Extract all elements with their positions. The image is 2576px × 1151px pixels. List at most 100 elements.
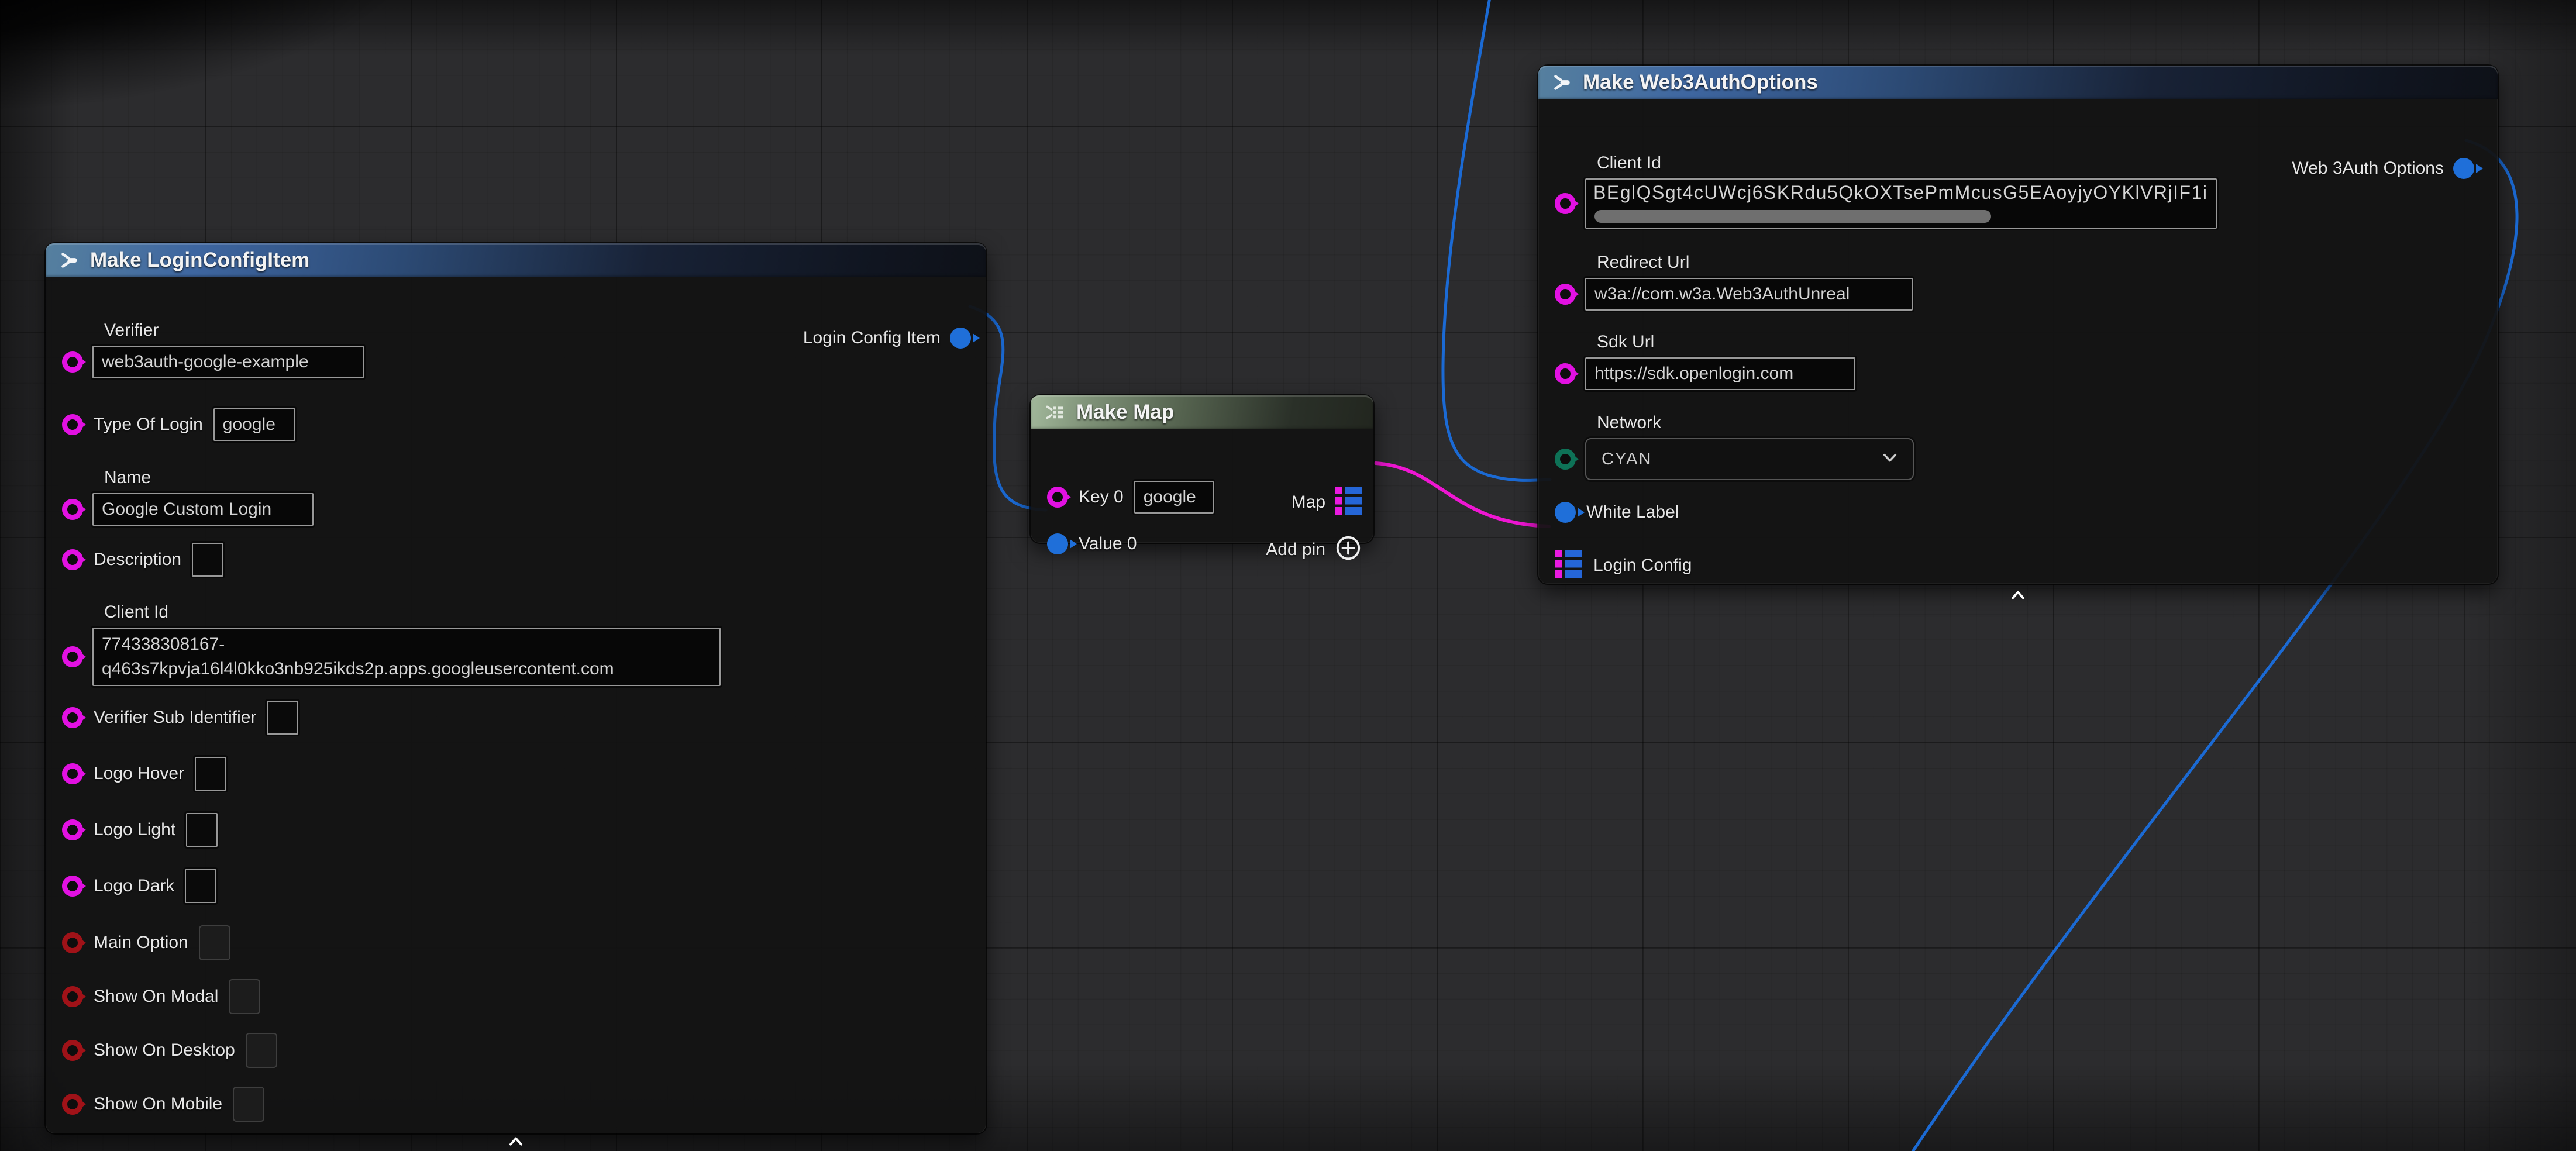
pin-key-0[interactable] — [1047, 487, 1068, 508]
row-show-on-modal: Show On Modal — [62, 979, 260, 1014]
make-struct-icon — [61, 252, 78, 268]
row-value-0: Value 0 — [1047, 533, 1137, 554]
pin-login-config-item-output[interactable] — [950, 328, 971, 349]
client-id-input[interactable]: 774338308167-q463s7kpvja16l4l0kko3nb925i… — [92, 628, 721, 686]
row-type-of-login: Type Of Login — [62, 408, 295, 441]
pin-show-on-mobile[interactable] — [62, 1094, 83, 1115]
row-logo-light: Logo Light — [62, 813, 218, 847]
collapse-node-button[interactable] — [2010, 590, 2026, 603]
pin-description[interactable] — [62, 549, 83, 570]
redirect-url-input[interactable] — [1585, 278, 1913, 311]
pin-verifier[interactable] — [62, 351, 83, 373]
pin-client-id[interactable] — [62, 646, 83, 667]
row-show-on-mobile: Show On Mobile — [62, 1087, 264, 1122]
pin-label: White Label — [1586, 502, 1679, 522]
row-redirect-url: Redirect Url — [1555, 253, 1913, 311]
pin-value-0[interactable] — [1047, 533, 1068, 554]
output-row-map: Map — [1292, 485, 1363, 519]
pin-label: Client Id — [1597, 153, 2217, 173]
verifier-input[interactable] — [92, 346, 364, 378]
pin-label: Main Option — [94, 933, 188, 953]
pin-web3auth-options-output[interactable] — [2453, 158, 2474, 179]
node-header-make-map[interactable]: Make Map — [1031, 395, 1373, 429]
description-input[interactable] — [192, 543, 223, 577]
row-verifier-sub-identifier: Verifier Sub Identifier — [62, 701, 298, 735]
make-struct-icon — [1554, 74, 1571, 91]
node-title: Make LoginConfigItem — [90, 249, 309, 272]
collapse-node-button[interactable] — [508, 1136, 524, 1149]
key-0-input[interactable] — [1134, 481, 1214, 514]
node-make-loginconfigitem: Make LoginConfigItem Login Config Item V… — [46, 243, 986, 1133]
client-id-input[interactable]: BEglQSgt4cUWcj6SKRdu5QkOXTsePmMcusG5EAoy… — [1585, 178, 2217, 229]
row-network: Network CYAN — [1555, 413, 1914, 480]
row-login-config: Login Config — [1555, 549, 1692, 582]
add-pin-label: Add pin — [1266, 540, 1325, 560]
pin-show-on-modal[interactable] — [62, 986, 83, 1007]
pin-label: Web 3Auth Options — [2292, 158, 2444, 178]
wire-map-to-loginconfig[interactable] — [1376, 463, 1549, 526]
output-row-login-config-item: Login Config Item — [803, 328, 971, 349]
blueprint-graph-canvas[interactable]: Make LoginConfigItem Login Config Item V… — [0, 0, 2576, 1151]
pin-label: Network — [1597, 413, 1914, 433]
pin-label: Verifier — [104, 321, 364, 340]
add-pin-row: Add pin — [1266, 535, 1362, 564]
node-make-web3authoptions: Make Web3AuthOptions Web 3Auth Options C… — [1538, 66, 2498, 584]
row-client-id: Client Id BEglQSgt4cUWcj6SKRdu5QkOXTsePm… — [1555, 153, 2217, 229]
sdk-url-input[interactable] — [1585, 357, 1855, 390]
verifier-sub-identifier-input[interactable] — [267, 701, 298, 735]
pin-label: Name — [104, 468, 314, 488]
logo-hover-input[interactable] — [195, 757, 226, 791]
node-title: Make Map — [1076, 401, 1174, 424]
node-title: Make Web3AuthOptions — [1583, 71, 1818, 94]
name-input[interactable] — [92, 493, 314, 526]
pin-label: Logo Dark — [94, 876, 174, 896]
client-id-horizontal-scrollbar[interactable] — [1594, 210, 1991, 223]
output-row-web3auth-options: Web 3Auth Options — [2292, 158, 2474, 179]
pin-sdk-url[interactable] — [1555, 363, 1576, 384]
logo-dark-input[interactable] — [185, 869, 216, 903]
pin-network[interactable] — [1555, 449, 1576, 470]
pin-client-id[interactable] — [1555, 193, 1576, 214]
pin-logo-hover[interactable] — [62, 763, 83, 784]
pin-redirect-url[interactable] — [1555, 284, 1576, 305]
pin-name[interactable] — [62, 499, 83, 520]
row-logo-hover: Logo Hover — [62, 757, 226, 791]
pin-label: Sdk Url — [1597, 332, 1855, 352]
row-verifier: Verifier — [62, 321, 364, 378]
chevron-down-icon — [1882, 453, 1897, 466]
pin-map-output[interactable] — [1335, 485, 1363, 519]
row-name: Name — [62, 468, 314, 526]
row-main-option: Main Option — [62, 925, 230, 960]
row-client-id: Client Id 774338308167-q463s7kpvja16l4l0… — [62, 602, 721, 686]
pin-show-on-desktop[interactable] — [62, 1040, 83, 1061]
pin-label: Type Of Login — [94, 415, 203, 435]
main-option-checkbox[interactable] — [199, 925, 230, 960]
show-on-modal-checkbox[interactable] — [229, 979, 260, 1014]
pin-label: Verifier Sub Identifier — [94, 708, 256, 728]
network-dropdown[interactable]: CYAN — [1585, 438, 1914, 480]
pin-main-option[interactable] — [62, 932, 83, 953]
node-header-make-loginconfigitem[interactable]: Make LoginConfigItem — [46, 243, 986, 277]
pin-label: Client Id — [104, 602, 721, 622]
pin-type-of-login[interactable] — [62, 414, 83, 435]
show-on-desktop-checkbox[interactable] — [246, 1033, 277, 1068]
logo-light-input[interactable] — [186, 813, 218, 847]
pin-label: Value 0 — [1079, 534, 1137, 554]
row-white-label: White Label — [1555, 502, 1679, 523]
pin-label: Show On Mobile — [94, 1094, 222, 1114]
type-of-login-input[interactable] — [213, 408, 295, 441]
pin-logo-dark[interactable] — [62, 876, 83, 897]
pin-verifier-sub-identifier[interactable] — [62, 707, 83, 728]
show-on-mobile-checkbox[interactable] — [233, 1087, 264, 1122]
node-header-make-web3authoptions[interactable]: Make Web3AuthOptions — [1538, 66, 2498, 99]
pin-label: Logo Hover — [94, 764, 184, 784]
row-logo-dark: Logo Dark — [62, 869, 216, 903]
make-map-icon — [1046, 405, 1065, 420]
add-pin-icon[interactable] — [1335, 535, 1362, 564]
wire-offscreen-to-whitelabel[interactable] — [1443, 0, 1550, 480]
pin-logo-light[interactable] — [62, 819, 83, 840]
pin-white-label[interactable] — [1555, 502, 1576, 523]
pin-login-config[interactable] — [1555, 549, 1583, 582]
pin-label: Login Config — [1593, 556, 1692, 576]
pin-label: Logo Light — [94, 820, 175, 840]
